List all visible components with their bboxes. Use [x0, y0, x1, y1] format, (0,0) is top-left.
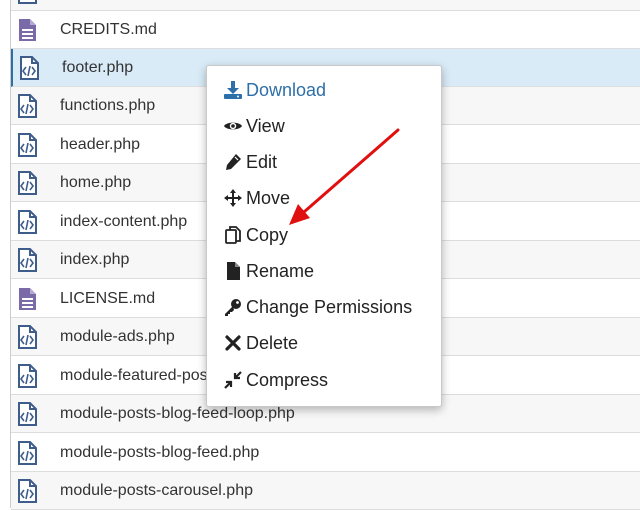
file-name: index.php: [60, 250, 130, 268]
menu-item-rename[interactable]: Rename: [207, 254, 441, 288]
file-name: module-posts-blog-feed.php: [60, 443, 260, 461]
php-file-icon: [18, 478, 37, 503]
file-icon: [223, 261, 243, 281]
php-file-icon: [18, 93, 37, 118]
key-icon: [223, 297, 243, 317]
menu-item-label: View: [246, 115, 285, 136]
php-file-icon: [18, 401, 37, 426]
menu-item-change-permissions[interactable]: Change Permissions: [207, 290, 441, 324]
context-menu: Download View Edit Move Copy Rename Chan…: [206, 65, 442, 407]
file-name: module-posts-carousel.php: [60, 481, 253, 499]
file-name: module-ads.php: [60, 327, 175, 345]
php-file-icon: [18, 0, 37, 4]
file-name: footer.php: [62, 58, 134, 76]
move-arrows-icon: [223, 188, 243, 208]
menu-item-label: Download: [246, 79, 327, 100]
menu-item-label: Copy: [246, 224, 289, 245]
menu-item-move[interactable]: Move: [207, 181, 441, 215]
menu-item-copy[interactable]: Copy: [207, 218, 441, 252]
eye-icon: [223, 116, 243, 136]
file-name: index-content.php: [60, 212, 188, 230]
php-file-icon: [18, 440, 37, 465]
menu-item-compress[interactable]: Compress: [207, 363, 441, 397]
compress-icon: [223, 370, 243, 390]
file-name: functions.php: [60, 96, 156, 114]
file-name: header.php: [60, 135, 141, 153]
file-row[interactable]: module-posts-carousel.php: [11, 472, 640, 510]
php-file-icon: [18, 132, 37, 157]
menu-item-edit[interactable]: Edit: [207, 145, 441, 179]
php-file-icon: [18, 324, 37, 349]
php-file-icon: [18, 170, 37, 195]
file-name: CREDITS.md: [60, 20, 157, 38]
menu-item-label: Move: [246, 187, 291, 208]
pencil-icon: [223, 152, 243, 172]
text-file-icon: [19, 18, 36, 41]
copy-icon: [223, 225, 243, 245]
php-file-icon: [18, 247, 37, 272]
file-name: LICENSE.md: [60, 289, 156, 307]
file-row[interactable]: module-posts-blog-feed.php: [11, 434, 640, 472]
php-file-icon: [20, 55, 39, 80]
menu-item-label: Delete: [246, 332, 299, 353]
menu-item-label: Compress: [246, 369, 329, 390]
menu-item-label: Edit: [246, 151, 278, 172]
menu-item-label: Change Permissions: [246, 296, 413, 317]
menu-item-view[interactable]: View: [207, 109, 441, 143]
download-icon: [223, 80, 243, 100]
menu-item-label: Rename: [246, 260, 315, 281]
file-row[interactable]: [11, 0, 640, 11]
php-file-icon: [18, 363, 37, 388]
php-file-icon: [18, 209, 37, 234]
menu-item-delete[interactable]: Delete: [207, 326, 441, 360]
x-icon: [223, 333, 243, 353]
file-name: module-posts-blog-feed-loop.php: [60, 404, 295, 422]
file-name: home.php: [60, 173, 132, 191]
menu-item-download[interactable]: Download: [207, 73, 441, 107]
text-file-icon: [19, 287, 36, 310]
file-row[interactable]: CREDITS.md: [11, 11, 640, 49]
